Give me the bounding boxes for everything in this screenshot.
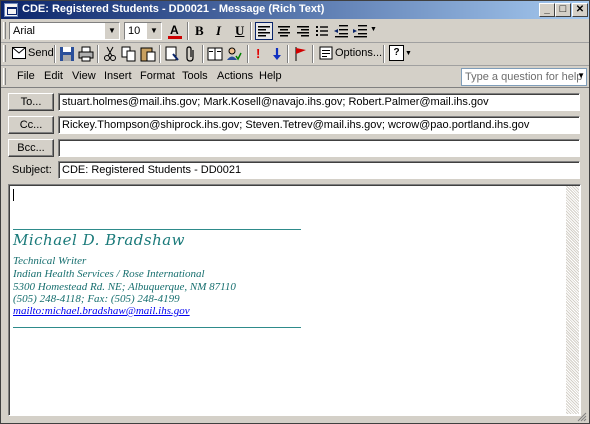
signature-phone: (505) 248-4118; Fax: (505) 248-4199 — [13, 293, 180, 305]
minimize-button[interactable]: _ — [539, 3, 555, 17]
font-name-dropdown[interactable]: Arial ▼ — [9, 22, 120, 40]
cc-button[interactable]: Cc... — [8, 116, 54, 134]
signature-name: Michael D. Bradshaw — [13, 231, 186, 249]
toolbar-separator — [97, 45, 99, 63]
envelope-icon — [12, 47, 26, 59]
maximize-button[interactable]: □ — [555, 3, 571, 17]
high-importance-icon[interactable]: ! — [256, 46, 260, 61]
signature-email-link[interactable]: mailto:michael.bradshaw@mail.ihs.gov — [13, 305, 190, 317]
close-button[interactable]: ✕ — [572, 3, 588, 17]
chevron-down-icon[interactable]: ▼ — [104, 23, 119, 39]
font-color-icon[interactable]: A — [167, 23, 183, 39]
vertical-scrollbar[interactable] — [566, 186, 579, 414]
align-center-icon[interactable] — [276, 23, 292, 39]
toolbar-separator — [159, 45, 161, 63]
save-icon[interactable] — [59, 46, 75, 62]
signature-bottom-rule — [13, 327, 301, 328]
underline-button[interactable]: U — [235, 22, 244, 40]
bcc-field[interactable] — [58, 139, 580, 157]
check-names-icon[interactable] — [226, 46, 242, 62]
toolbar-separator — [287, 45, 289, 63]
cut-icon[interactable] — [102, 46, 118, 62]
toolbar-separator — [54, 45, 56, 63]
message-window: CDE: Registered Students - DD0021 - Mess… — [0, 0, 590, 424]
flag-icon[interactable] — [293, 46, 309, 62]
align-right-icon[interactable] — [295, 23, 311, 39]
to-button[interactable]: To... — [8, 93, 54, 111]
font-size-dropdown[interactable]: 10 ▼ — [124, 22, 162, 40]
toolbar-grip[interactable] — [3, 22, 6, 39]
paperclip-icon[interactable] — [183, 46, 199, 62]
align-left-icon[interactable] — [255, 22, 273, 40]
toolbar-separator — [202, 45, 204, 63]
standard-toolbar: Send ! Options... ? ▼ — [1, 42, 589, 66]
print-icon[interactable] — [78, 46, 94, 62]
insert-file-icon[interactable] — [164, 46, 180, 62]
signature-address: 5300 Homestead Rd. NE; Albuquerque, NM 8… — [13, 281, 236, 293]
svg-text:A: A — [170, 23, 179, 37]
title-bar: CDE: Registered Students - DD0021 - Mess… — [1, 1, 589, 19]
low-importance-icon[interactable] — [269, 46, 285, 62]
toolbar-separator — [247, 45, 249, 63]
text-caret — [13, 189, 14, 201]
chevron-down-icon[interactable]: ▼ — [577, 71, 585, 80]
menu-insert[interactable]: Insert — [104, 70, 132, 82]
copy-icon[interactable] — [121, 46, 137, 62]
options-icon — [319, 46, 333, 60]
toolbar-grip[interactable] — [3, 68, 6, 85]
message-body[interactable]: Michael D. Bradshaw Technical Writer Ind… — [8, 184, 581, 416]
subject-label: Subject: — [12, 164, 52, 176]
subject-field[interactable]: CDE: Registered Students - DD0021 — [58, 161, 580, 179]
resize-grip-icon[interactable] — [577, 412, 587, 422]
increase-indent-icon[interactable] — [352, 23, 368, 39]
toolbar-grip[interactable] — [3, 45, 6, 62]
menu-actions[interactable]: Actions — [217, 70, 253, 82]
menu-format[interactable]: Format — [140, 70, 175, 82]
font-size-value: 10 — [128, 25, 141, 37]
menu-help[interactable]: Help — [259, 70, 282, 82]
window-title: CDE: Registered Students - DD0021 - Mess… — [22, 3, 325, 15]
menu-edit[interactable]: Edit — [44, 70, 63, 82]
formatting-toolbar: Arial ▼ 10 ▼ A B I U ▼ — [1, 19, 589, 43]
signature-title: Technical Writer — [13, 255, 87, 267]
toolbar-separator — [187, 22, 189, 40]
bcc-button[interactable]: Bcc... — [8, 139, 54, 157]
help-question-placeholder: Type a question for help — [465, 71, 583, 83]
bullets-icon[interactable] — [314, 23, 330, 39]
message-app-icon[interactable] — [4, 3, 18, 17]
send-button[interactable]: Send — [9, 44, 54, 63]
menu-view[interactable]: View — [72, 70, 96, 82]
menu-file[interactable]: File — [17, 70, 35, 82]
signature-top-rule — [13, 229, 301, 230]
send-label: Send — [28, 47, 54, 59]
cc-field[interactable]: Rickey.Thompson@shiprock.ihs.gov; Steven… — [58, 116, 580, 134]
font-name-value: Arial — [13, 25, 36, 37]
toolbar-overflow-icon[interactable]: ▼ — [405, 50, 412, 57]
chevron-down-icon[interactable]: ▼ — [146, 23, 161, 39]
bold-button[interactable]: B — [195, 22, 204, 40]
decrease-indent-icon[interactable] — [333, 23, 349, 39]
options-label: Options... — [335, 47, 383, 59]
help-icon[interactable]: ? — [389, 45, 404, 61]
toolbar-separator — [383, 45, 385, 63]
toolbar-separator — [250, 22, 252, 40]
paste-icon[interactable] — [140, 46, 156, 62]
to-field[interactable]: stuart.holmes@mail.ihs.gov; Mark.Kosell@… — [58, 93, 580, 111]
toolbar-overflow-icon[interactable]: ▼ — [370, 26, 377, 33]
help-question-box[interactable]: Type a question for help ▼ — [461, 68, 587, 86]
toolbar-separator — [312, 45, 314, 63]
menu-tools[interactable]: Tools — [182, 70, 208, 82]
signature-organization: Indian Health Services / Rose Internatio… — [13, 268, 205, 280]
address-book-icon[interactable] — [207, 46, 223, 62]
italic-button[interactable]: I — [216, 22, 221, 40]
options-button[interactable]: Options... — [317, 44, 383, 63]
menu-bar: File Edit View Insert Format Tools Actio… — [1, 65, 589, 88]
